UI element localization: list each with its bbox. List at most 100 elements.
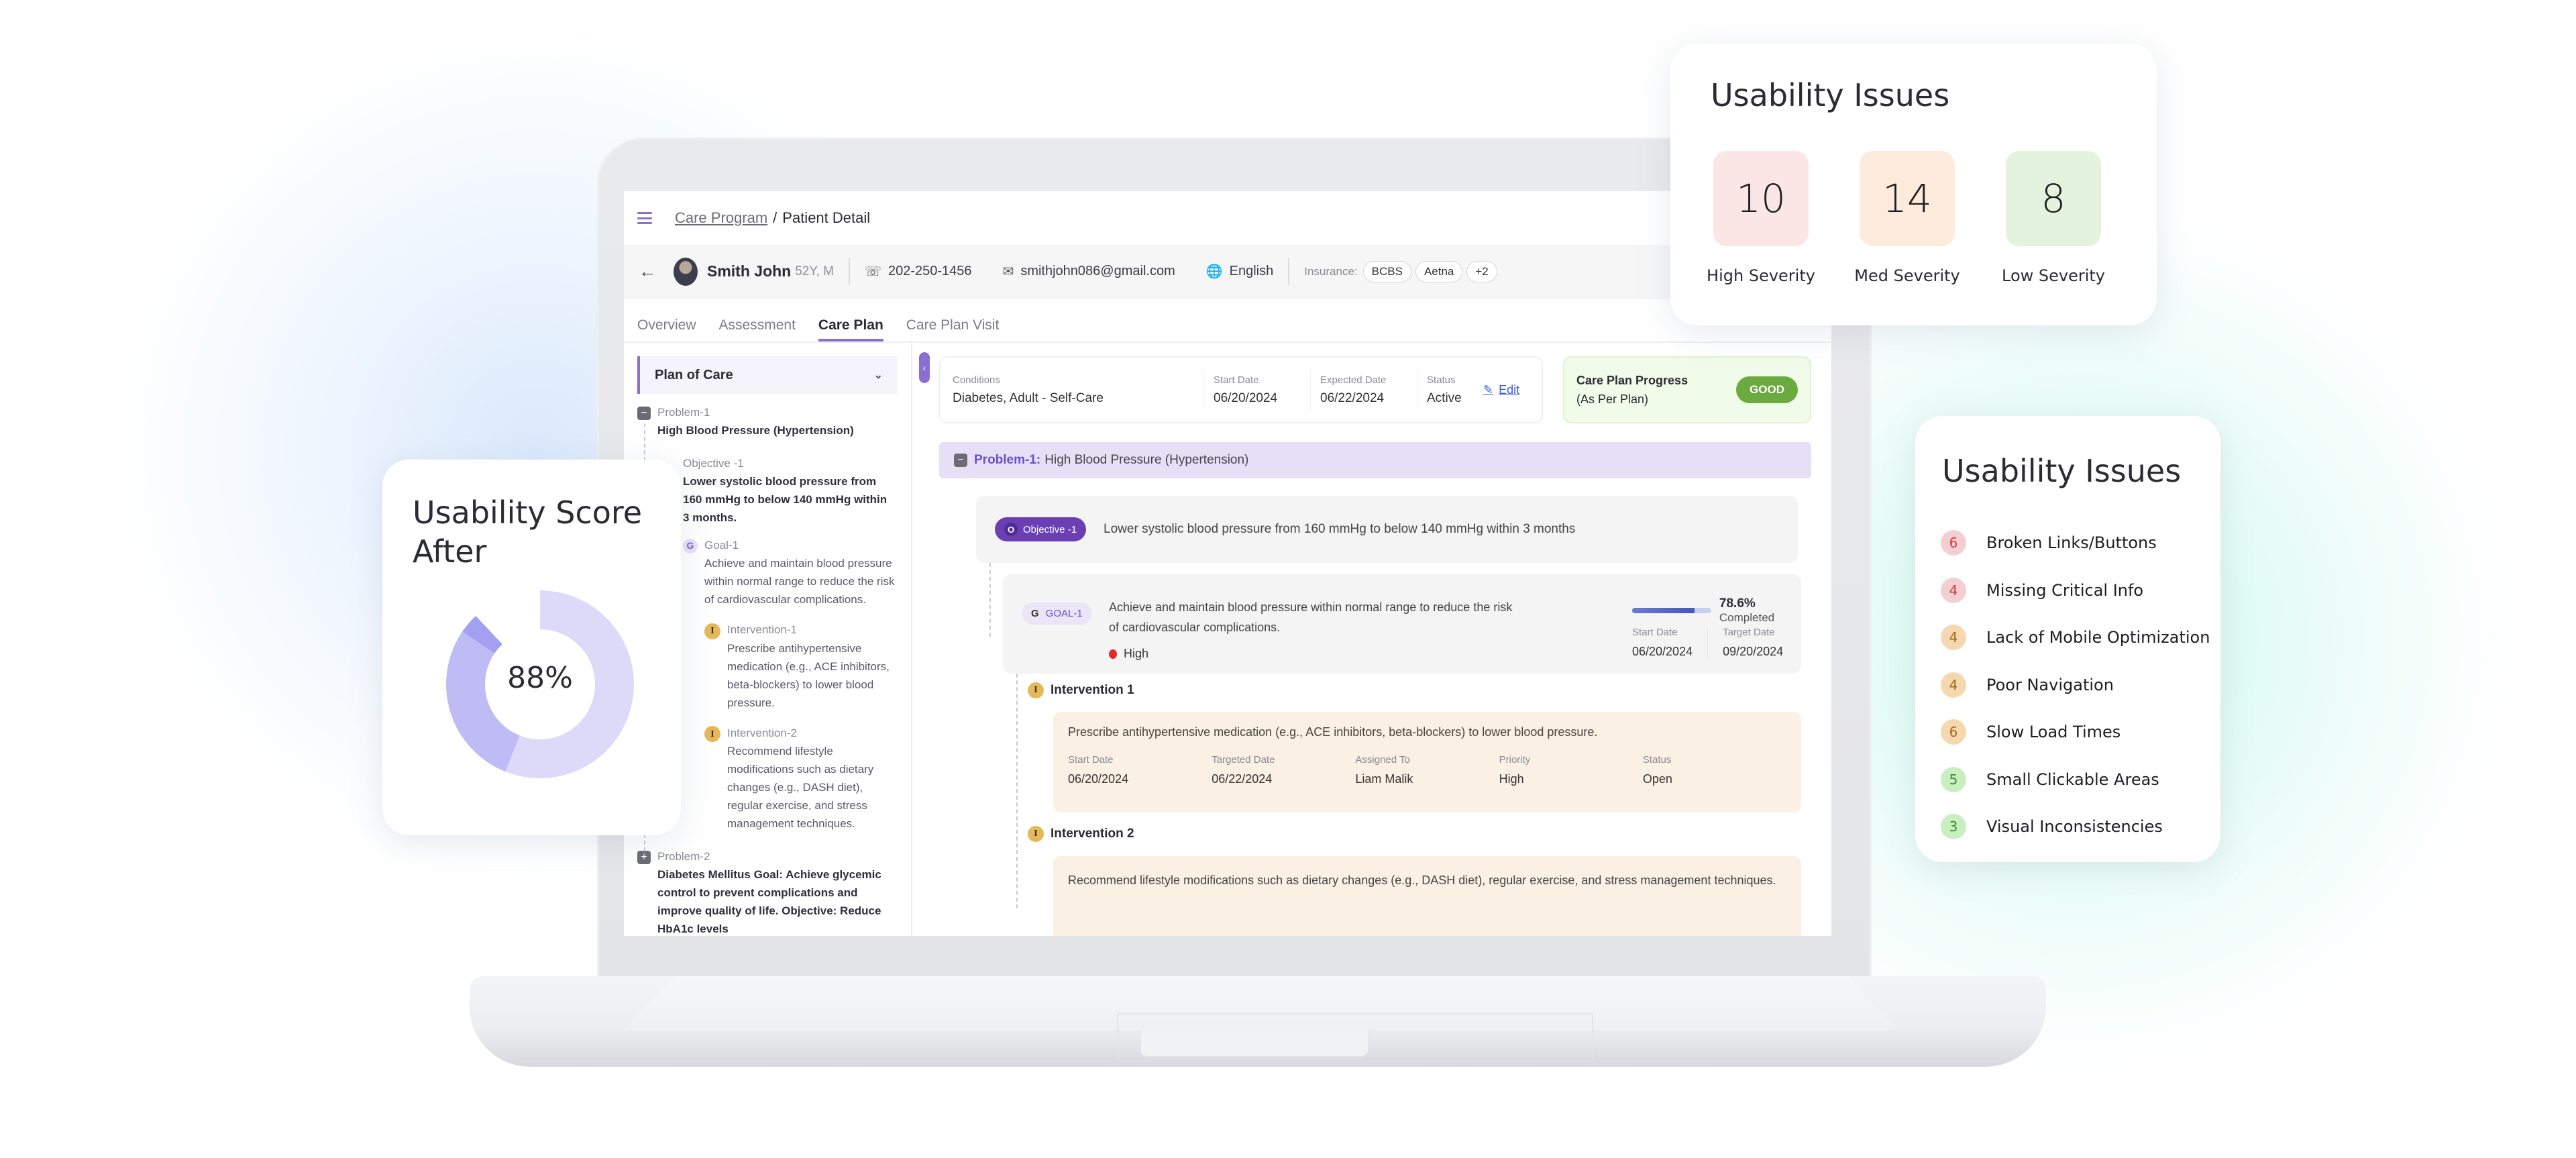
tree-intervention-2-text: Recommend lifestyle modifications such a… xyxy=(727,745,874,830)
status-label: Status xyxy=(1427,374,1456,386)
expected-date-value: 06/22/2024 xyxy=(1320,390,1385,405)
patient-language: English xyxy=(1229,264,1274,278)
expand-icon[interactable]: + xyxy=(637,850,651,864)
goal-target-value: 09/20/2024 xyxy=(1723,645,1784,658)
issue-count-badge: 6 xyxy=(1941,530,1966,556)
intervention-start-date: 06/20/2024 xyxy=(1068,772,1129,786)
usability-issues-list-card: Usability Issues 6 Broken Links/Buttons 4 M… xyxy=(1915,416,2220,862)
goal-progress-value: 78.6% xyxy=(1719,596,1756,611)
issue-count-badge: 4 xyxy=(1941,672,1966,698)
tree-problem-2-text: Diabetes Mellitus Goal: Achieve glycemic… xyxy=(657,868,881,935)
tab-assessment[interactable]: Assessment xyxy=(719,317,796,341)
goal-priority: High xyxy=(1109,647,1148,661)
problem-title: High Blood Pressure (Hypertension) xyxy=(1044,453,1249,467)
goal-dates: Start Date 06/20/2024 Target Date 09/20/… xyxy=(1632,627,1813,659)
laptop-screen: Care Program / Patient Detail ← Smith Jo… xyxy=(624,191,1831,936)
tree-connector xyxy=(989,563,991,637)
intervention-2-card: Recommend lifestyle modifications such a… xyxy=(1053,856,1801,936)
progress-subtitle: (As Per Plan) xyxy=(1576,392,1649,406)
patient-bar: ← Smith John 52Y, M ☏ 202-250-1456 ✉ smi… xyxy=(624,245,1831,299)
pencil-icon: ✎ xyxy=(1483,382,1494,397)
donut-segment-medium xyxy=(446,631,520,772)
conditions-value: Diabetes, Adult - Self-Care xyxy=(953,390,1104,405)
usability-score-card: Usability Score After 88% xyxy=(382,460,681,835)
edit-button[interactable]: ✎ Edit xyxy=(1483,383,1519,397)
issue-row: 4 Missing Critical Info xyxy=(1941,577,2144,603)
phone-icon: ☏ xyxy=(864,264,881,279)
issue-row: 4 Poor Navigation xyxy=(1941,672,2114,698)
intervention-1-card: Prescribe antihypertensive medication (e… xyxy=(1053,712,1801,812)
issue-row: 6 Slow Load Times xyxy=(1941,719,2121,745)
issue-label: Missing Critical Info xyxy=(1986,580,2144,600)
tree-intervention-1[interactable]: I Intervention-1 Prescribe antihypertensi… xyxy=(683,621,895,712)
issues-card-title: Usability Issues xyxy=(1942,453,2182,489)
objective-text: Lower systolic blood pressure from 160 m… xyxy=(1104,522,1576,536)
breadcrumb-separator: / xyxy=(773,209,777,226)
status-value: Active xyxy=(1427,390,1462,405)
goal-card: G GOAL-1 Achieve and maintain blood pres… xyxy=(1003,574,1801,674)
severity-med: 14 Med Severity xyxy=(1854,151,1960,285)
tree-problem-1[interactable]: − Problem-1 xyxy=(637,403,895,421)
tab-overview[interactable]: Overview xyxy=(637,317,696,341)
tree-problem-1-title: High Blood Pressure (Hypertension) xyxy=(657,424,854,437)
chevron-down-icon: ⌄ xyxy=(873,370,883,381)
usability-severity-card: Usability Issues 10 High Severity 14 Med… xyxy=(1670,44,2157,325)
issue-count-badge: 6 xyxy=(1941,719,1966,745)
issue-row: 5 Small Clickable Areas xyxy=(1941,766,2159,792)
breadcrumb-care-program[interactable]: Care Program xyxy=(675,209,767,227)
collapse-icon[interactable]: − xyxy=(637,406,651,420)
collapse-icon[interactable]: − xyxy=(954,454,967,467)
intervention-status: Open xyxy=(1642,772,1672,786)
plan-of-care-dropdown[interactable]: Plan of Care ⌄ xyxy=(637,356,898,394)
insurance-chip[interactable]: BCBS xyxy=(1362,260,1411,282)
insurance-chip[interactable]: Aetna xyxy=(1415,260,1463,282)
back-arrow-icon[interactable]: ← xyxy=(639,261,656,282)
patient-phone[interactable]: 202-250-1456 xyxy=(888,264,972,279)
intervention-assignee: Liam Malik xyxy=(1355,772,1413,786)
patient-name: Smith John xyxy=(707,262,792,280)
patient-age-sex: 52Y, M xyxy=(795,264,834,278)
menu-icon[interactable] xyxy=(637,212,652,224)
edit-label: Edit xyxy=(1499,382,1520,397)
divider xyxy=(1310,369,1311,411)
globe-icon: 🌐 xyxy=(1205,264,1223,279)
collapse-sidebar-button[interactable]: ‹ xyxy=(919,352,930,383)
intervention-node-icon: I xyxy=(704,726,720,742)
severity-card-title: Usability Issues xyxy=(1711,77,1950,113)
progress-title: Care Plan Progress xyxy=(1576,374,1688,387)
goal-progress-fill xyxy=(1632,608,1695,613)
severity-label: Low Severity xyxy=(2002,266,2106,285)
tab-care-plan-visit[interactable]: Care Plan Visit xyxy=(906,317,1000,341)
conditions-card: Conditions Diabetes, Adult - Self-Care S… xyxy=(939,356,1543,423)
insurance-more-chip[interactable]: +2 xyxy=(1466,260,1497,282)
issue-count-badge: 4 xyxy=(1941,625,1966,650)
intervention-node-icon: I xyxy=(1028,826,1044,842)
usability-score-value: 88% xyxy=(507,661,573,695)
goal-badge: G GOAL-1 xyxy=(1022,602,1092,625)
problem-label: Problem-1: xyxy=(974,453,1041,467)
priority-dot-icon xyxy=(1109,649,1117,659)
problem-1-header[interactable]: − Problem-1: High Blood Pressure (Hypert… xyxy=(939,442,1811,478)
goal-target-label: Target Date xyxy=(1723,627,1775,638)
intervention-node-icon: I xyxy=(1028,682,1044,698)
objective-card: O Objective -1 Lower systolic blood pres… xyxy=(976,496,1798,563)
insurance-label: Insurance: xyxy=(1304,264,1358,278)
start-date-value: 06/20/2024 xyxy=(1214,390,1278,405)
chevron-left-icon: ‹ xyxy=(922,362,926,373)
tree-connector xyxy=(1016,674,1018,908)
issue-label: Poor Navigation xyxy=(1986,675,2114,694)
expected-date-label: Expected Date xyxy=(1320,374,1387,386)
laptop-notch xyxy=(1140,1030,1368,1057)
tab-care-plan[interactable]: Care Plan xyxy=(818,317,883,341)
tree-problem-2[interactable]: + Problem-2 xyxy=(637,847,895,865)
intervention-priority: High xyxy=(1499,772,1524,786)
intervention-1-header[interactable]: I Intervention 1 xyxy=(1028,682,1134,698)
intervention-target-date: 06/22/2024 xyxy=(1212,772,1273,786)
objective-badge: O Objective -1 xyxy=(995,517,1087,541)
patient-email[interactable]: smithjohn086@gmail.com xyxy=(1020,264,1175,279)
intervention-2-header[interactable]: I Intervention 2 xyxy=(1028,826,1134,842)
severity-high: 10 High Severity xyxy=(1707,151,1815,285)
tree-intervention-2[interactable]: I Intervention-2 Recommend lifestyle modi… xyxy=(683,724,895,833)
patient-avatar xyxy=(674,257,698,286)
severity-count-box: 10 xyxy=(1713,151,1809,246)
